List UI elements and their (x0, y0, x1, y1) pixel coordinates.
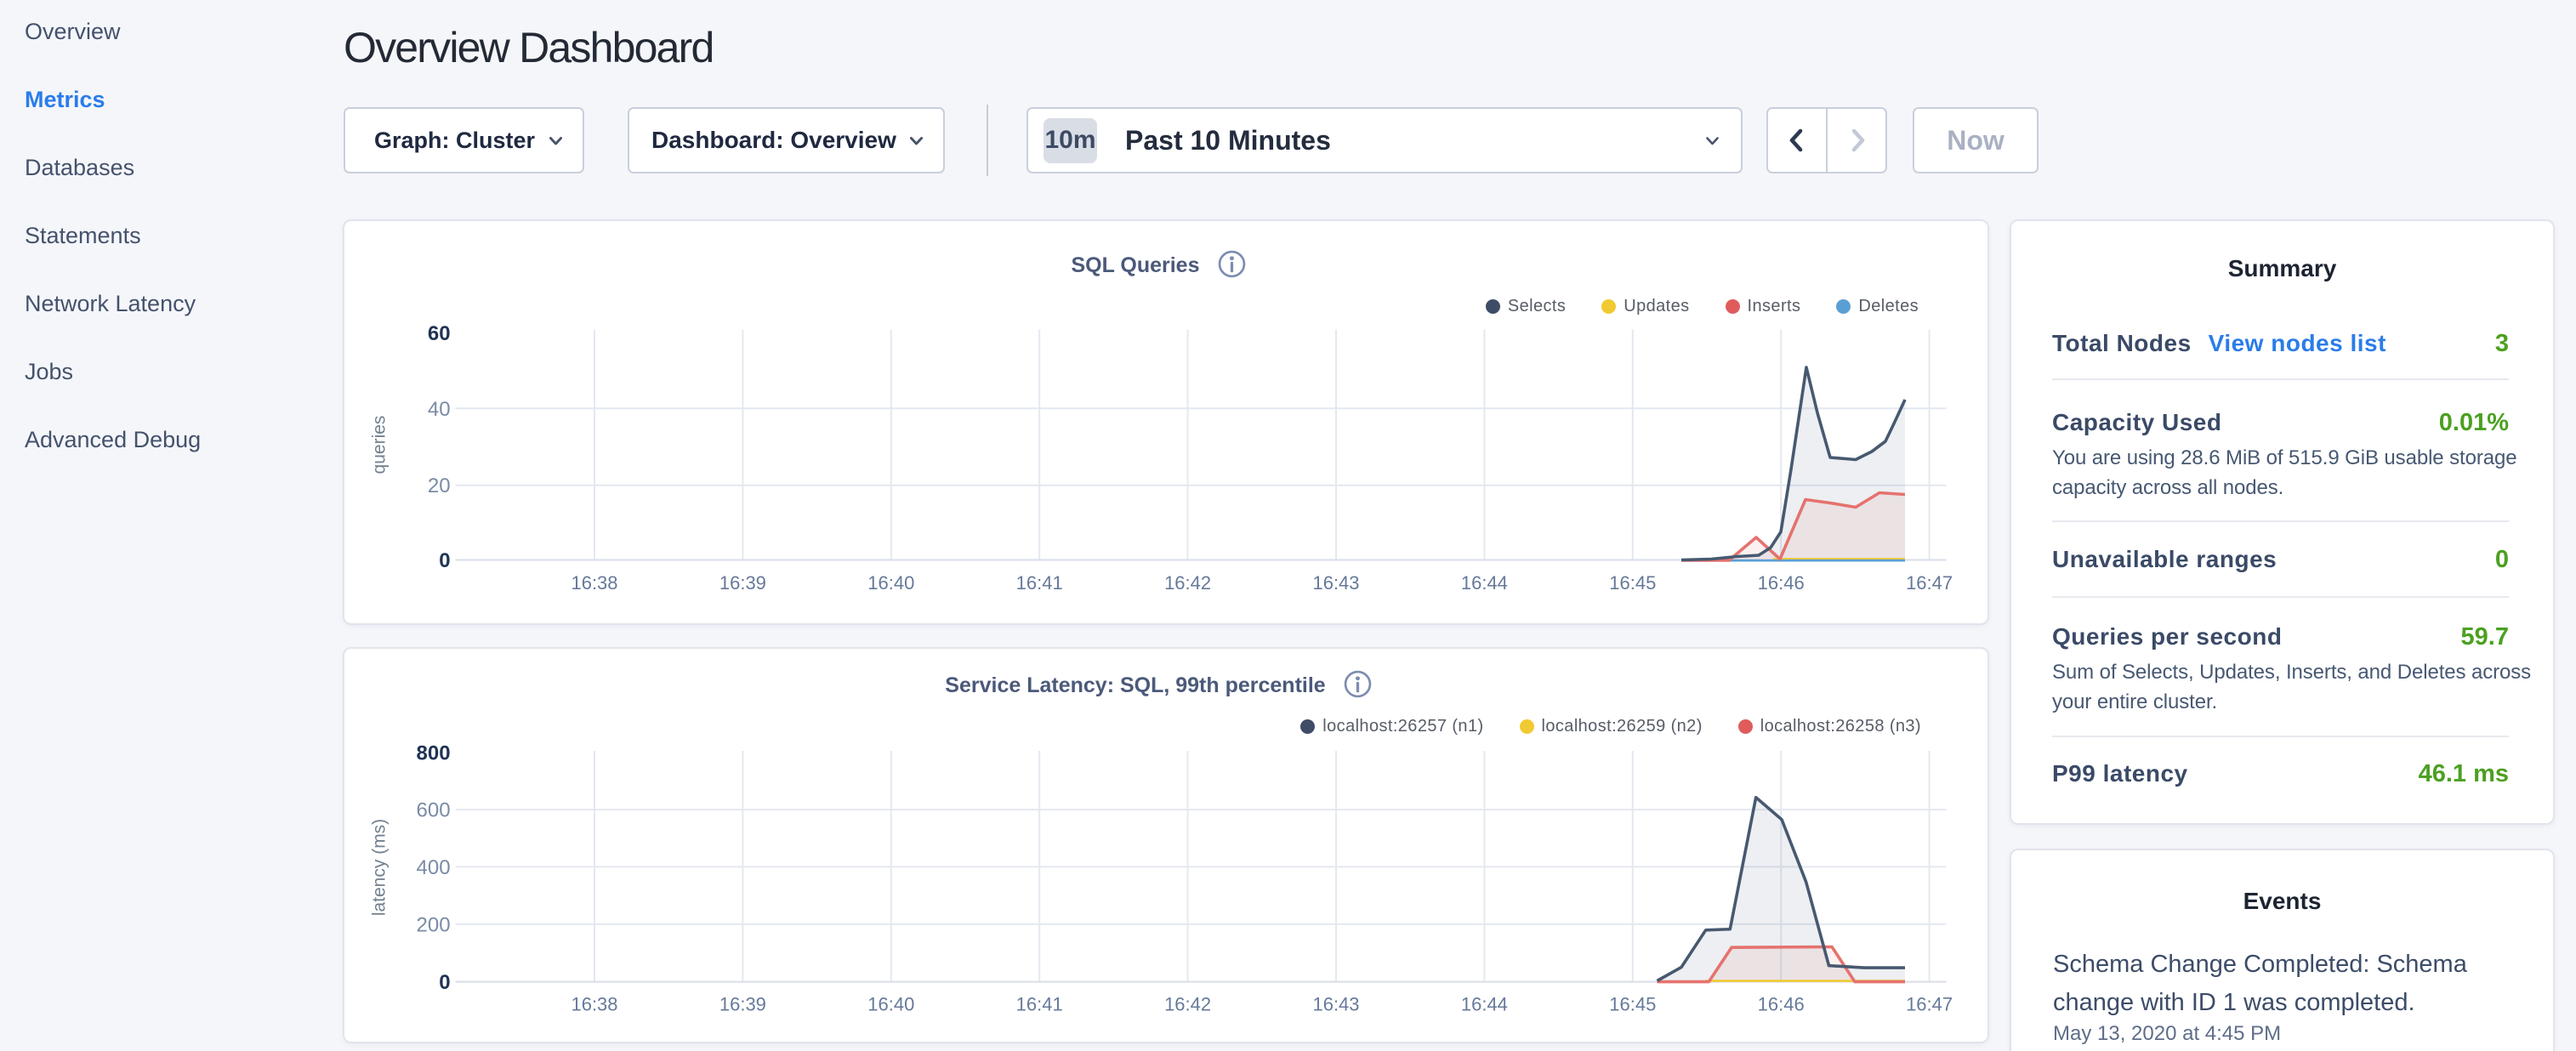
svg-text:16:44: 16:44 (1461, 572, 1508, 594)
svg-text:16:38: 16:38 (571, 994, 617, 1015)
svg-text:16:46: 16:46 (1758, 994, 1805, 1015)
svg-text:latency (ms): latency (ms) (370, 819, 390, 916)
svg-text:16:47: 16:47 (1906, 572, 1953, 594)
svg-text:600: 600 (417, 799, 451, 822)
svg-text:16:43: 16:43 (1312, 572, 1359, 594)
svg-text:0: 0 (439, 971, 450, 994)
svg-text:800: 800 (417, 742, 451, 765)
svg-text:16:46: 16:46 (1758, 572, 1805, 594)
svg-text:200: 200 (417, 914, 451, 937)
svg-text:16:44: 16:44 (1461, 994, 1508, 1015)
svg-text:16:39: 16:39 (719, 994, 766, 1015)
svg-text:16:40: 16:40 (867, 994, 914, 1015)
svg-text:16:41: 16:41 (1016, 994, 1063, 1015)
svg-text:16:42: 16:42 (1164, 572, 1211, 594)
svg-text:400: 400 (417, 856, 451, 879)
svg-text:16:45: 16:45 (1609, 994, 1656, 1015)
svg-text:16:41: 16:41 (1016, 572, 1063, 594)
svg-text:queries: queries (370, 416, 390, 474)
svg-text:16:39: 16:39 (719, 572, 766, 594)
svg-text:16:45: 16:45 (1609, 572, 1656, 594)
svg-text:0: 0 (439, 549, 450, 572)
svg-text:60: 60 (428, 322, 451, 345)
svg-text:16:38: 16:38 (571, 572, 617, 594)
svg-text:16:43: 16:43 (1312, 994, 1359, 1015)
svg-text:16:42: 16:42 (1164, 994, 1211, 1015)
svg-text:40: 40 (428, 398, 451, 421)
svg-text:16:47: 16:47 (1906, 994, 1953, 1015)
svg-text:16:40: 16:40 (867, 572, 914, 594)
svg-text:20: 20 (428, 474, 451, 497)
